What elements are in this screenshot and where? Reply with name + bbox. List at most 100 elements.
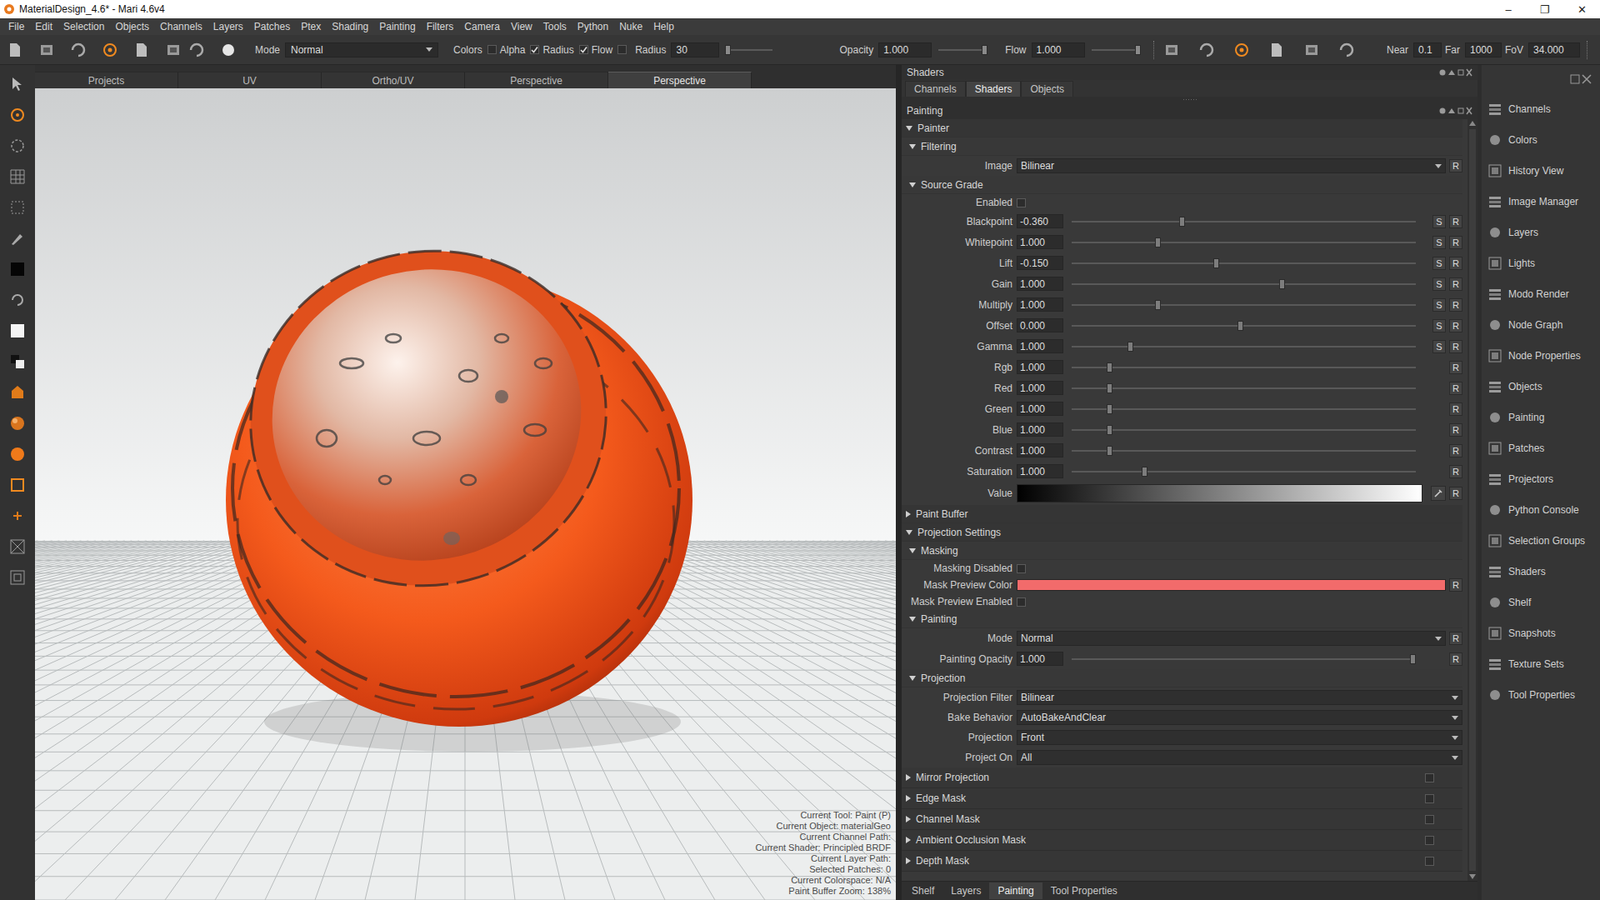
menu-item[interactable]: Selection bbox=[57, 20, 110, 33]
play-icon[interactable] bbox=[1303, 41, 1320, 59]
mask-section[interactable]: Depth Mask bbox=[901, 850, 1463, 872]
bucket-icon[interactable] bbox=[8, 383, 27, 402]
toolbar-slider[interactable] bbox=[938, 49, 985, 51]
slider-handle[interactable] bbox=[1237, 320, 1244, 331]
toolbar-button[interactable] bbox=[5, 40, 25, 60]
sidebar-controls-icon[interactable] bbox=[1570, 74, 1592, 85]
dropdown[interactable]: Bilinear bbox=[1016, 158, 1446, 174]
slider-track[interactable] bbox=[1071, 366, 1416, 369]
brush-icon[interactable] bbox=[8, 229, 27, 248]
reset-button[interactable]: R bbox=[1449, 360, 1463, 375]
viewport[interactable]: Current Tool: Paint (P)Current Object: m… bbox=[35, 88, 896, 900]
sidebar-item[interactable]: Patches bbox=[1481, 432, 1600, 464]
reset-button[interactable]: R bbox=[1449, 423, 1463, 437]
reset-button[interactable]: R bbox=[1449, 159, 1463, 173]
toolbar-button[interactable] bbox=[163, 40, 184, 60]
lock-icon[interactable] bbox=[165, 41, 182, 59]
swatch-white-icon[interactable] bbox=[8, 321, 27, 340]
slider-handle[interactable] bbox=[1179, 216, 1185, 227]
solo-button[interactable]: S bbox=[1432, 298, 1446, 312]
target-icon[interactable] bbox=[188, 41, 205, 59]
toolbar-toggle[interactable] bbox=[530, 45, 540, 55]
value-field[interactable]: 1.000 bbox=[1016, 276, 1064, 291]
toolbar-slider[interactable] bbox=[725, 49, 773, 51]
window-control[interactable]: – bbox=[1490, 3, 1527, 16]
slider-handle[interactable] bbox=[725, 45, 731, 55]
slider-track[interactable] bbox=[1071, 241, 1416, 244]
toolbar-field[interactable]: 1.000 bbox=[878, 42, 932, 58]
toolbar-field[interactable]: 1.000 bbox=[1031, 42, 1085, 58]
menu-item[interactable]: Ptex bbox=[295, 20, 326, 33]
reset-button[interactable]: R bbox=[1449, 402, 1463, 416]
scrollbar[interactable] bbox=[1467, 119, 1478, 881]
transform-icon[interactable] bbox=[8, 136, 27, 155]
slider-track[interactable] bbox=[1071, 325, 1416, 327]
select-icon[interactable] bbox=[8, 75, 27, 94]
slider-handle[interactable] bbox=[1279, 279, 1285, 290]
expand-arrow-icon[interactable] bbox=[905, 795, 911, 802]
reset-button[interactable]: R bbox=[1449, 340, 1463, 354]
slider-handle[interactable] bbox=[1106, 362, 1113, 373]
sphere-brush-icon[interactable] bbox=[220, 41, 237, 59]
menu-item[interactable]: Edit bbox=[29, 20, 58, 33]
plus-icon[interactable] bbox=[8, 506, 27, 525]
panel-grip[interactable] bbox=[901, 96, 1478, 103]
bottom-tab[interactable]: Layers bbox=[942, 882, 990, 900]
toolbar-slider[interactable] bbox=[1091, 49, 1139, 51]
slider-handle[interactable] bbox=[1410, 654, 1416, 665]
value-field[interactable]: -0.360 bbox=[1016, 214, 1064, 229]
reset-button[interactable]: R bbox=[1449, 631, 1463, 645]
value-field[interactable]: 1.000 bbox=[1016, 297, 1064, 312]
expand-arrow-icon[interactable] bbox=[909, 548, 916, 554]
sidebar-item[interactable]: Channels bbox=[1481, 93, 1600, 125]
slider-handle[interactable] bbox=[981, 45, 988, 55]
slider-handle[interactable] bbox=[1106, 445, 1113, 456]
expand-arrow-icon[interactable] bbox=[905, 125, 913, 131]
viewport-tab[interactable]: Perspective bbox=[465, 71, 609, 89]
sidebar-item[interactable]: Lights bbox=[1481, 247, 1600, 279]
slider-track[interactable] bbox=[1071, 262, 1416, 265]
mask-section[interactable]: Mirror Projection bbox=[901, 767, 1463, 789]
sidebar-item[interactable]: Projectors bbox=[1481, 463, 1600, 495]
menu-item[interactable]: Nuke bbox=[613, 20, 648, 33]
scroll-up-icon[interactable] bbox=[1469, 120, 1476, 126]
sidebar-item[interactable]: Painting bbox=[1481, 401, 1600, 433]
sidebar-item[interactable]: Node Graph bbox=[1481, 309, 1600, 340]
reset-button[interactable]: R bbox=[1449, 652, 1463, 666]
expand-arrow-icon[interactable] bbox=[905, 836, 911, 844]
grid-icon[interactable] bbox=[8, 167, 27, 186]
dropdown[interactable]: Bilinear bbox=[1016, 690, 1463, 705]
toolbar-button[interactable] bbox=[186, 40, 207, 60]
scroll-down-icon[interactable] bbox=[1469, 874, 1476, 880]
menu-item[interactable]: Patches bbox=[248, 20, 295, 33]
section-header[interactable]: Masking bbox=[901, 541, 1463, 560]
reset-button[interactable]: R bbox=[1449, 578, 1463, 592]
value-field[interactable]: 1.000 bbox=[1016, 380, 1064, 395]
solo-button[interactable]: S bbox=[1432, 340, 1446, 354]
slider-track[interactable] bbox=[1071, 429, 1416, 431]
reset-button[interactable]: R bbox=[1449, 444, 1463, 458]
mask-enable-checkbox[interactable] bbox=[1425, 773, 1435, 783]
viewport-tab[interactable]: Projects bbox=[35, 71, 179, 89]
section-header[interactable]: Painting bbox=[901, 610, 1463, 629]
value-field[interactable]: 1.000 bbox=[1016, 422, 1064, 437]
value-field[interactable]: -0.150 bbox=[1016, 255, 1064, 270]
reset-button[interactable]: R bbox=[1449, 235, 1463, 250]
sidebar-item[interactable]: Shaders bbox=[1481, 555, 1600, 587]
mode-dropdown[interactable]: Normal bbox=[285, 42, 439, 58]
menu-item[interactable]: Shading bbox=[325, 20, 374, 33]
sidebar-item[interactable]: Colors bbox=[1481, 124, 1600, 155]
frame-icon[interactable] bbox=[8, 537, 27, 556]
panel-controls-icon[interactable] bbox=[1439, 68, 1473, 77]
palette-icon[interactable] bbox=[8, 414, 27, 433]
picker-button[interactable] bbox=[1430, 485, 1446, 501]
value-gradient[interactable] bbox=[1016, 484, 1423, 503]
expand-arrow-icon[interactable] bbox=[905, 857, 911, 865]
slider-track[interactable] bbox=[1071, 304, 1416, 306]
solo-button[interactable]: S bbox=[1432, 215, 1446, 229]
menu-item[interactable]: Layers bbox=[207, 20, 249, 33]
solo-button[interactable]: S bbox=[1432, 235, 1446, 250]
checkbox[interactable] bbox=[1016, 564, 1026, 574]
slider-track[interactable] bbox=[1071, 220, 1416, 223]
swap-icon[interactable] bbox=[8, 352, 27, 371]
